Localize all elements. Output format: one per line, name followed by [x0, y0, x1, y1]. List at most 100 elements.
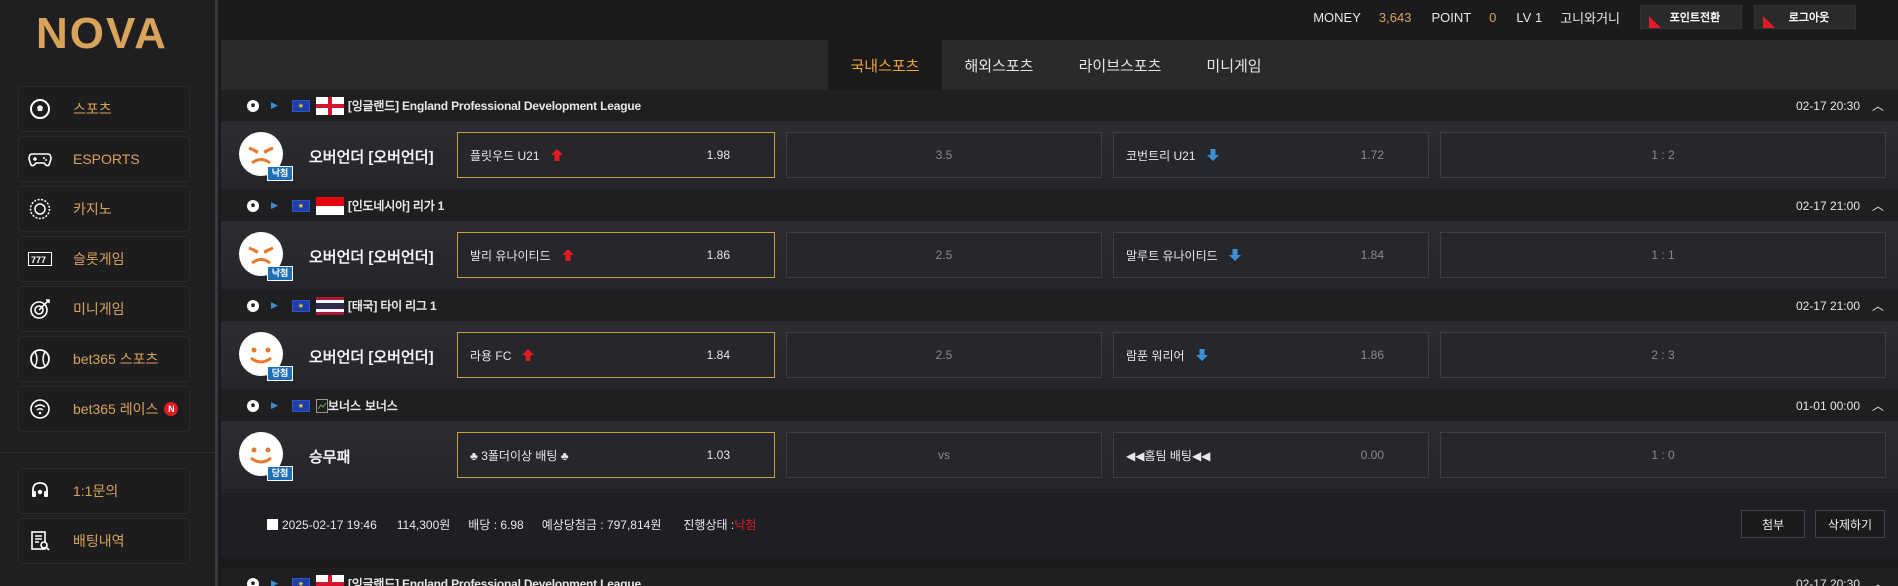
eu-flag-icon: ★: [291, 299, 310, 312]
away-odds-cell[interactable]: 코번트리 U21 1.72: [1113, 132, 1429, 178]
corner-accent: [1763, 16, 1775, 28]
collapse-icon[interactable]: ︿: [1872, 97, 1884, 114]
collapse-icon[interactable]: ︿: [1872, 575, 1884, 586]
collapse-icon[interactable]: ︿: [1872, 297, 1884, 314]
bet-amount: 114,300원: [396, 518, 451, 532]
sidebar-item-label: 카지노: [73, 201, 112, 217]
home-odds-cell[interactable]: 발리 유나이티드 1.86: [457, 232, 775, 278]
sidebar-item-bet365-sports[interactable]: bet365 스포츠: [18, 336, 190, 382]
sports-tabs: 국내스포츠 해외스포츠 라이브스포츠 미니게임: [221, 40, 1898, 90]
match-row: 낙첨 오버언더 [오버언더] 발리 유나이티드 1.86 2.5 말루트 유나이…: [221, 222, 1898, 290]
bet-summary: 2025-02-17 19:46 114,300원 배당 : 6.98 예상당첨…: [221, 491, 1898, 557]
line-cell[interactable]: vs: [786, 432, 1102, 478]
expand-arrow-icon[interactable]: ▶: [271, 400, 278, 411]
league-name: 보너스: [365, 399, 398, 413]
sidebar-item-bet365-race[interactable]: bet365 레이스 N: [18, 386, 190, 432]
expand-arrow-icon[interactable]: ▶: [271, 300, 278, 311]
svg-text:777: 777: [31, 255, 46, 265]
receipt-search-icon: [27, 528, 53, 554]
point-label: POINT: [1431, 9, 1472, 25]
sidebar: NOVA 스포츠 ESPORTS 카지노 777 슬롯게임 미니게임 bet36…: [0, 0, 218, 586]
bet-type: 승무패: [309, 449, 351, 466]
sidebar-item-slots[interactable]: 777 슬롯게임: [18, 236, 190, 282]
point-convert-button[interactable]: 포인트전환: [1640, 5, 1742, 29]
away-odds-cell[interactable]: 람푼 워리어 1.86: [1113, 332, 1429, 378]
arrow-up-icon: [550, 149, 563, 161]
score-cell: 1 : 1: [1440, 232, 1886, 278]
league-header: ▶ ★ [태국] 타이 리그 1 02-17 21:00 ︿: [221, 290, 1898, 322]
home-team: 플릿우드 U21: [470, 148, 540, 163]
away-odds-cell[interactable]: 말루트 유나이티드 1.84: [1113, 232, 1429, 278]
expand-arrow-icon[interactable]: ▶: [271, 200, 278, 211]
result-avatar-angry: 낙첨: [239, 232, 293, 281]
slot-777-icon: 777: [27, 246, 53, 272]
match-time: 02-17 21:00: [1795, 198, 1860, 213]
final-score: 1 : 2: [1651, 148, 1675, 162]
result-avatar-happy: 당첨: [239, 432, 293, 481]
away-odds-cell[interactable]: ◀◀홈팀 배팅◀◀ 0.00: [1113, 432, 1429, 478]
collapse-icon[interactable]: ︿: [1872, 197, 1884, 214]
line-cell[interactable]: 2.5: [786, 332, 1102, 378]
home-team: 라용 FC: [470, 348, 512, 363]
eu-flag-icon: ★: [291, 577, 310, 586]
sidebar-item-sports[interactable]: 스포츠: [18, 86, 190, 132]
sidebar-item-inquiry[interactable]: 1:1문의: [18, 468, 190, 514]
sidebar-item-esports[interactable]: ESPORTS: [18, 136, 190, 182]
match-row: 낙첨 오버언더 [오버언더] 플릿우드 U21 1.98 3.5 코번트리 U2…: [221, 122, 1898, 190]
tab-overseas-sports[interactable]: 해외스포츠: [942, 40, 1056, 90]
result-tag: 당첨: [267, 466, 293, 481]
soccer-ball-icon: [245, 576, 261, 586]
bet-odds: 배당 : 6.98: [468, 518, 524, 532]
away-odds: 0.00: [1360, 448, 1384, 462]
select-checkbox[interactable]: [267, 519, 278, 530]
bet-type: 오버언더 [오버언더]: [309, 349, 434, 366]
final-score: 1 : 1: [1651, 248, 1675, 262]
delete-button[interactable]: 삭제하기: [1815, 510, 1885, 538]
corner-accent: [1649, 16, 1661, 28]
sidebar-item-casino[interactable]: 카지노: [18, 186, 190, 232]
expand-arrow-icon[interactable]: ▶: [271, 578, 278, 586]
league-name: [잉글랜드] England Professional Development …: [347, 577, 641, 586]
status-value: 낙첨: [734, 518, 757, 532]
home-odds-cell[interactable]: ♣ 3폴더이상 배팅 ♣ 1.03: [457, 432, 775, 478]
collapse-icon[interactable]: ︿: [1872, 397, 1884, 414]
line-cell[interactable]: 3.5: [786, 132, 1102, 178]
tab-domestic-sports[interactable]: 국내스포츠: [828, 40, 942, 90]
sidebar-item-label: 슬롯게임: [73, 251, 125, 267]
match-time: 01-01 00:00: [1795, 398, 1860, 413]
result-tag: 당첨: [267, 366, 293, 381]
away-odds: 1.72: [1360, 148, 1384, 162]
tab-live-sports[interactable]: 라이브스포츠: [1056, 40, 1184, 90]
score-cell: 2 : 3: [1440, 332, 1886, 378]
sidebar-item-bet-history[interactable]: 배팅내역: [18, 518, 190, 564]
thailand-flag: [315, 296, 344, 315]
final-score: 1 : 0: [1651, 448, 1675, 462]
home-odds-cell[interactable]: 라용 FC 1.84: [457, 332, 775, 378]
score-cell: 1 : 2: [1440, 132, 1886, 178]
sidebar-item-label: 미니게임: [73, 301, 125, 317]
point-convert-label: 포인트전환: [1669, 12, 1721, 24]
point-value: 0: [1489, 9, 1497, 25]
england-flag: [315, 574, 344, 586]
league-header: ▶ ★ [인도네시아] 리가 1 02-17 21:00 ︿: [221, 190, 1898, 222]
sidebar-item-minigame[interactable]: 미니게임: [18, 286, 190, 332]
result-avatar-angry: 낙첨: [239, 132, 293, 181]
logout-button[interactable]: 로그아웃: [1754, 5, 1856, 29]
nova-logo[interactable]: NOVA: [36, 12, 176, 52]
line-cell[interactable]: 2.5: [786, 232, 1102, 278]
home-odds-cell[interactable]: 플릿우드 U21 1.98: [457, 132, 775, 178]
result-avatar-happy: 당첨: [239, 332, 293, 381]
away-team: ◀◀홈팀 배팅◀◀: [1126, 448, 1211, 463]
baseball-icon: [27, 346, 53, 372]
indonesia-flag: [315, 196, 344, 215]
gamepad-icon: [27, 146, 53, 172]
expand-arrow-icon[interactable]: ▶: [271, 100, 278, 111]
tab-minigame[interactable]: 미니게임: [1184, 40, 1284, 90]
wireless-icon: [27, 396, 53, 422]
bet-type: 오버언더 [오버언더]: [309, 249, 434, 266]
attach-button[interactable]: 첨부: [1741, 510, 1805, 538]
new-badge: N: [164, 402, 179, 416]
league-name: [인도네시아] 리가 1: [347, 199, 445, 213]
soccer-ball-icon: [245, 198, 261, 214]
handicap-line: 2.5: [935, 248, 953, 262]
